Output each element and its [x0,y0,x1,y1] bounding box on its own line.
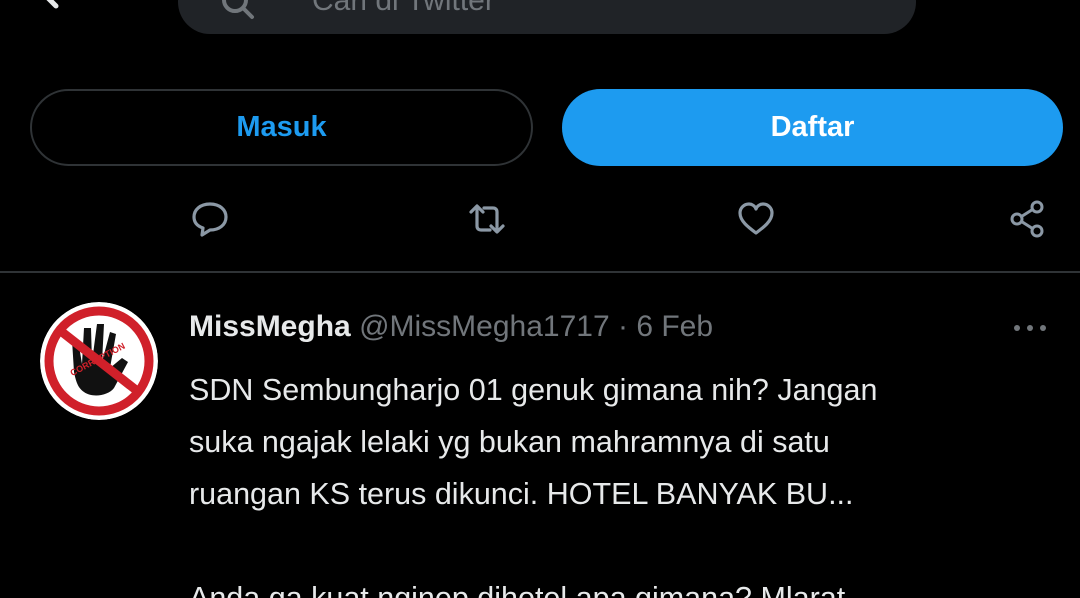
author-handle[interactable]: @MissMegha1717 [359,310,610,343]
retweet-icon[interactable] [466,198,508,240]
heart-icon[interactable] [735,198,777,240]
avatar[interactable]: CORRUPTION [40,302,158,420]
more-icon[interactable] [1012,322,1048,334]
more-icon[interactable] [1016,0,1046,10]
tweet-text: SDN Sembungharjo 01 genuk gimana nih? Ja… [189,364,1049,598]
tweet-header: MissMegha @MissMegha1717 · 6 Feb [189,310,713,344]
tweet-date[interactable]: 6 Feb [636,310,713,343]
tweet-line: SDN Sembungharjo 01 genuk gimana nih? Ja… [189,373,878,407]
tweet-line: Anda ga kuat nginep dihotel apa gimana? … [189,581,846,598]
author-name[interactable]: MissMegha [189,310,351,343]
search-placeholder: Cari di Twitter [312,0,495,17]
reply-icon[interactable] [189,198,231,240]
back-arrow-icon[interactable] [38,0,86,16]
tweet-line: ruangan KS terus dikunci. HOTEL BANYAK B… [189,477,854,511]
tweet-line: suka ngajak lelaki yg bukan mahramnya di… [189,425,830,459]
signup-button[interactable]: Daftar [562,89,1063,166]
header-separator: · [617,310,628,343]
divider [0,271,1080,273]
search-input[interactable]: Cari di Twitter [178,0,916,34]
search-icon [222,0,254,19]
share-icon[interactable] [1007,198,1049,240]
login-button[interactable]: Masuk [30,89,533,166]
